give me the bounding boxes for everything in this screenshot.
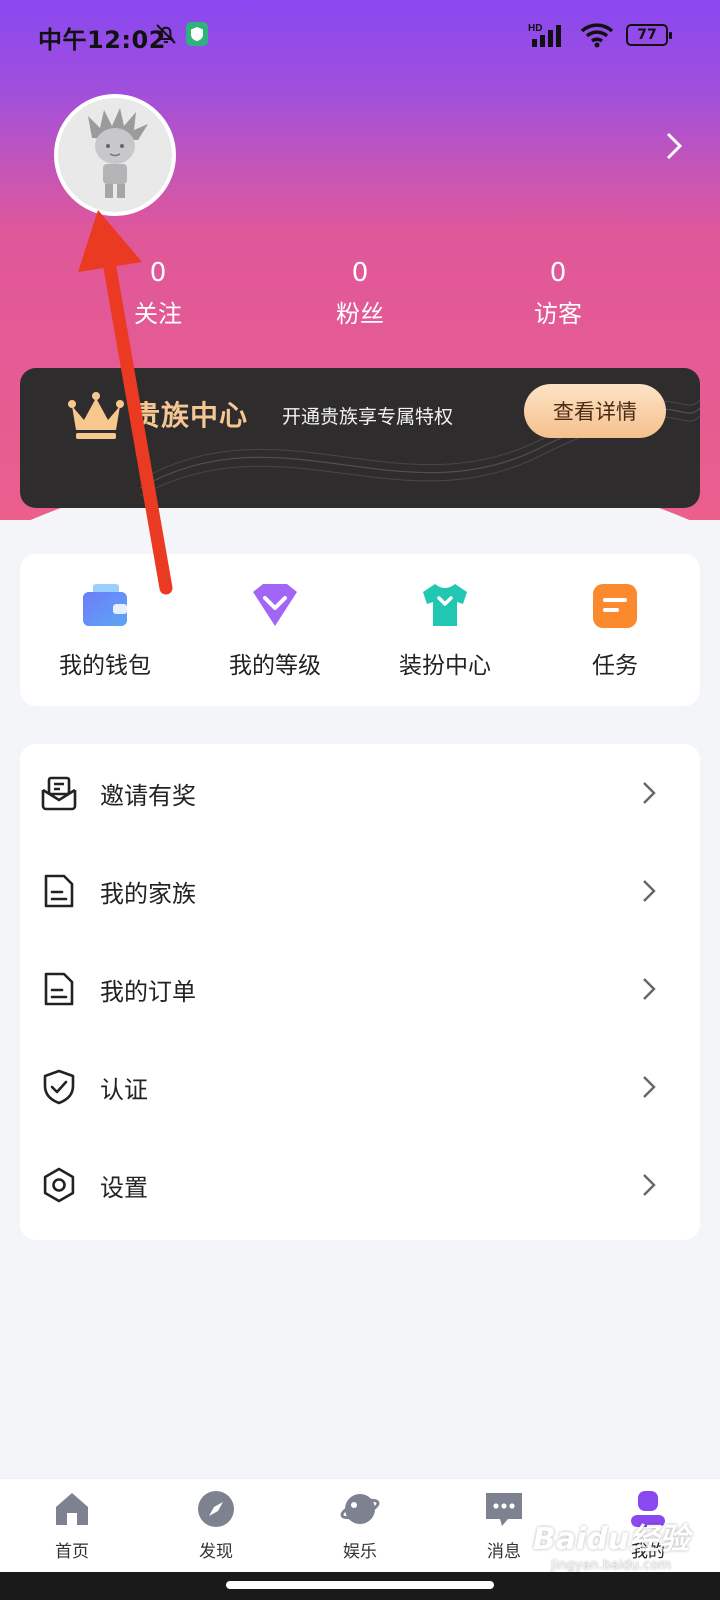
compass-icon (198, 1491, 234, 1527)
quick-item-dressup[interactable]: 装扮中心 (360, 580, 530, 680)
document-icon (44, 874, 74, 908)
default-avatar-illustration (88, 108, 148, 198)
tab-label: 首页 (55, 1542, 89, 1562)
settings-menu-card: 邀请有奖 我的家族 我的订单 认证 设置 (20, 744, 700, 1240)
home-indicator[interactable] (226, 1581, 494, 1589)
baidu-watermark: Baidu经验 jingyan.baidu.com (526, 1514, 696, 1584)
stat-label: 关注 (134, 300, 182, 328)
tab-discover[interactable]: 发现 (166, 1489, 266, 1562)
security-shield-icon (186, 22, 208, 46)
stat-label: 粉丝 (336, 300, 384, 328)
quick-actions-card: 我的钱包 我的等级 装扮中心 任务 (20, 554, 700, 706)
view-details-button[interactable]: 查看详情 (524, 384, 666, 438)
level-gem-icon (253, 584, 297, 626)
stat-value: 0 (351, 258, 369, 288)
chevron-right-icon (643, 880, 656, 902)
menu-item-label: 设置 (100, 1174, 148, 1202)
noble-center-banner[interactable]: 贵族中心 开通贵族享专属特权 查看详情 (20, 368, 700, 508)
invite-mail-icon (41, 776, 77, 811)
battery-indicator: 77 (626, 24, 672, 46)
tab-home[interactable]: 首页 (22, 1489, 122, 1562)
chat-icon (486, 1493, 522, 1526)
tab-label: 娱乐 (343, 1542, 377, 1562)
menu-item-orders[interactable]: 我的订单 (20, 940, 700, 1038)
bell-muted-icon (156, 24, 176, 44)
menu-item-verification[interactable]: 认证 (20, 1038, 700, 1136)
menu-item-family[interactable]: 我的家族 (20, 842, 700, 940)
quick-item-label: 我的等级 (229, 653, 321, 679)
chevron-right-icon (643, 978, 656, 1000)
noble-title: 贵族中心 (132, 399, 249, 432)
tab-label: 发现 (199, 1542, 233, 1562)
chevron-right-icon (643, 1174, 656, 1196)
home-icon (56, 1493, 88, 1525)
quick-item-label: 我的钱包 (59, 653, 151, 679)
status-time: 中午12:02 (38, 26, 166, 54)
quick-item-label: 装扮中心 (399, 653, 491, 679)
crown-icon (68, 392, 124, 439)
menu-item-label: 我的家族 (100, 880, 196, 908)
menu-item-invite[interactable]: 邀请有奖 (20, 744, 700, 842)
quick-item-level[interactable]: 我的等级 (190, 580, 360, 680)
stat-following[interactable]: 0 关注 (78, 258, 238, 329)
chevron-right-icon (643, 1076, 656, 1098)
stat-value: 0 (149, 258, 167, 288)
status-bar: 中午12:02 HD 77 (0, 0, 720, 70)
tshirt-icon (423, 584, 467, 626)
quick-item-task[interactable]: 任务 (530, 580, 700, 680)
watermark-url: jingyan.baidu.com (551, 1558, 671, 1573)
profile-detail-chevron-icon[interactable] (664, 130, 684, 162)
task-icon (593, 584, 637, 628)
menu-item-label: 邀请有奖 (100, 782, 196, 810)
planet-icon (340, 1494, 380, 1524)
wifi-icon (580, 23, 614, 48)
quick-item-wallet[interactable]: 我的钱包 (20, 580, 190, 680)
wallet-icon (83, 584, 127, 626)
shield-check-icon (43, 1069, 75, 1105)
stat-value: 0 (549, 258, 567, 288)
avatar[interactable] (54, 94, 176, 216)
document-icon (44, 972, 74, 1006)
watermark-logo: Baidu经验 (532, 1522, 690, 1557)
menu-item-settings[interactable]: 设置 (20, 1136, 700, 1234)
quick-item-label: 任务 (592, 653, 638, 679)
stat-followers[interactable]: 0 粉丝 (280, 258, 440, 329)
gear-icon (43, 1167, 75, 1203)
noble-subtitle: 开通贵族享专属特权 (282, 406, 454, 428)
tab-entertainment[interactable]: 娱乐 (310, 1489, 410, 1562)
battery-level: 77 (637, 27, 657, 43)
stat-label: 访客 (534, 300, 582, 328)
signal-icon: HD (528, 23, 561, 47)
menu-item-label: 我的订单 (100, 978, 196, 1006)
network-type-label: HD (528, 23, 542, 34)
stat-visitors[interactable]: 0 访客 (478, 258, 638, 329)
chevron-right-icon (643, 782, 656, 804)
menu-item-label: 认证 (100, 1076, 148, 1104)
